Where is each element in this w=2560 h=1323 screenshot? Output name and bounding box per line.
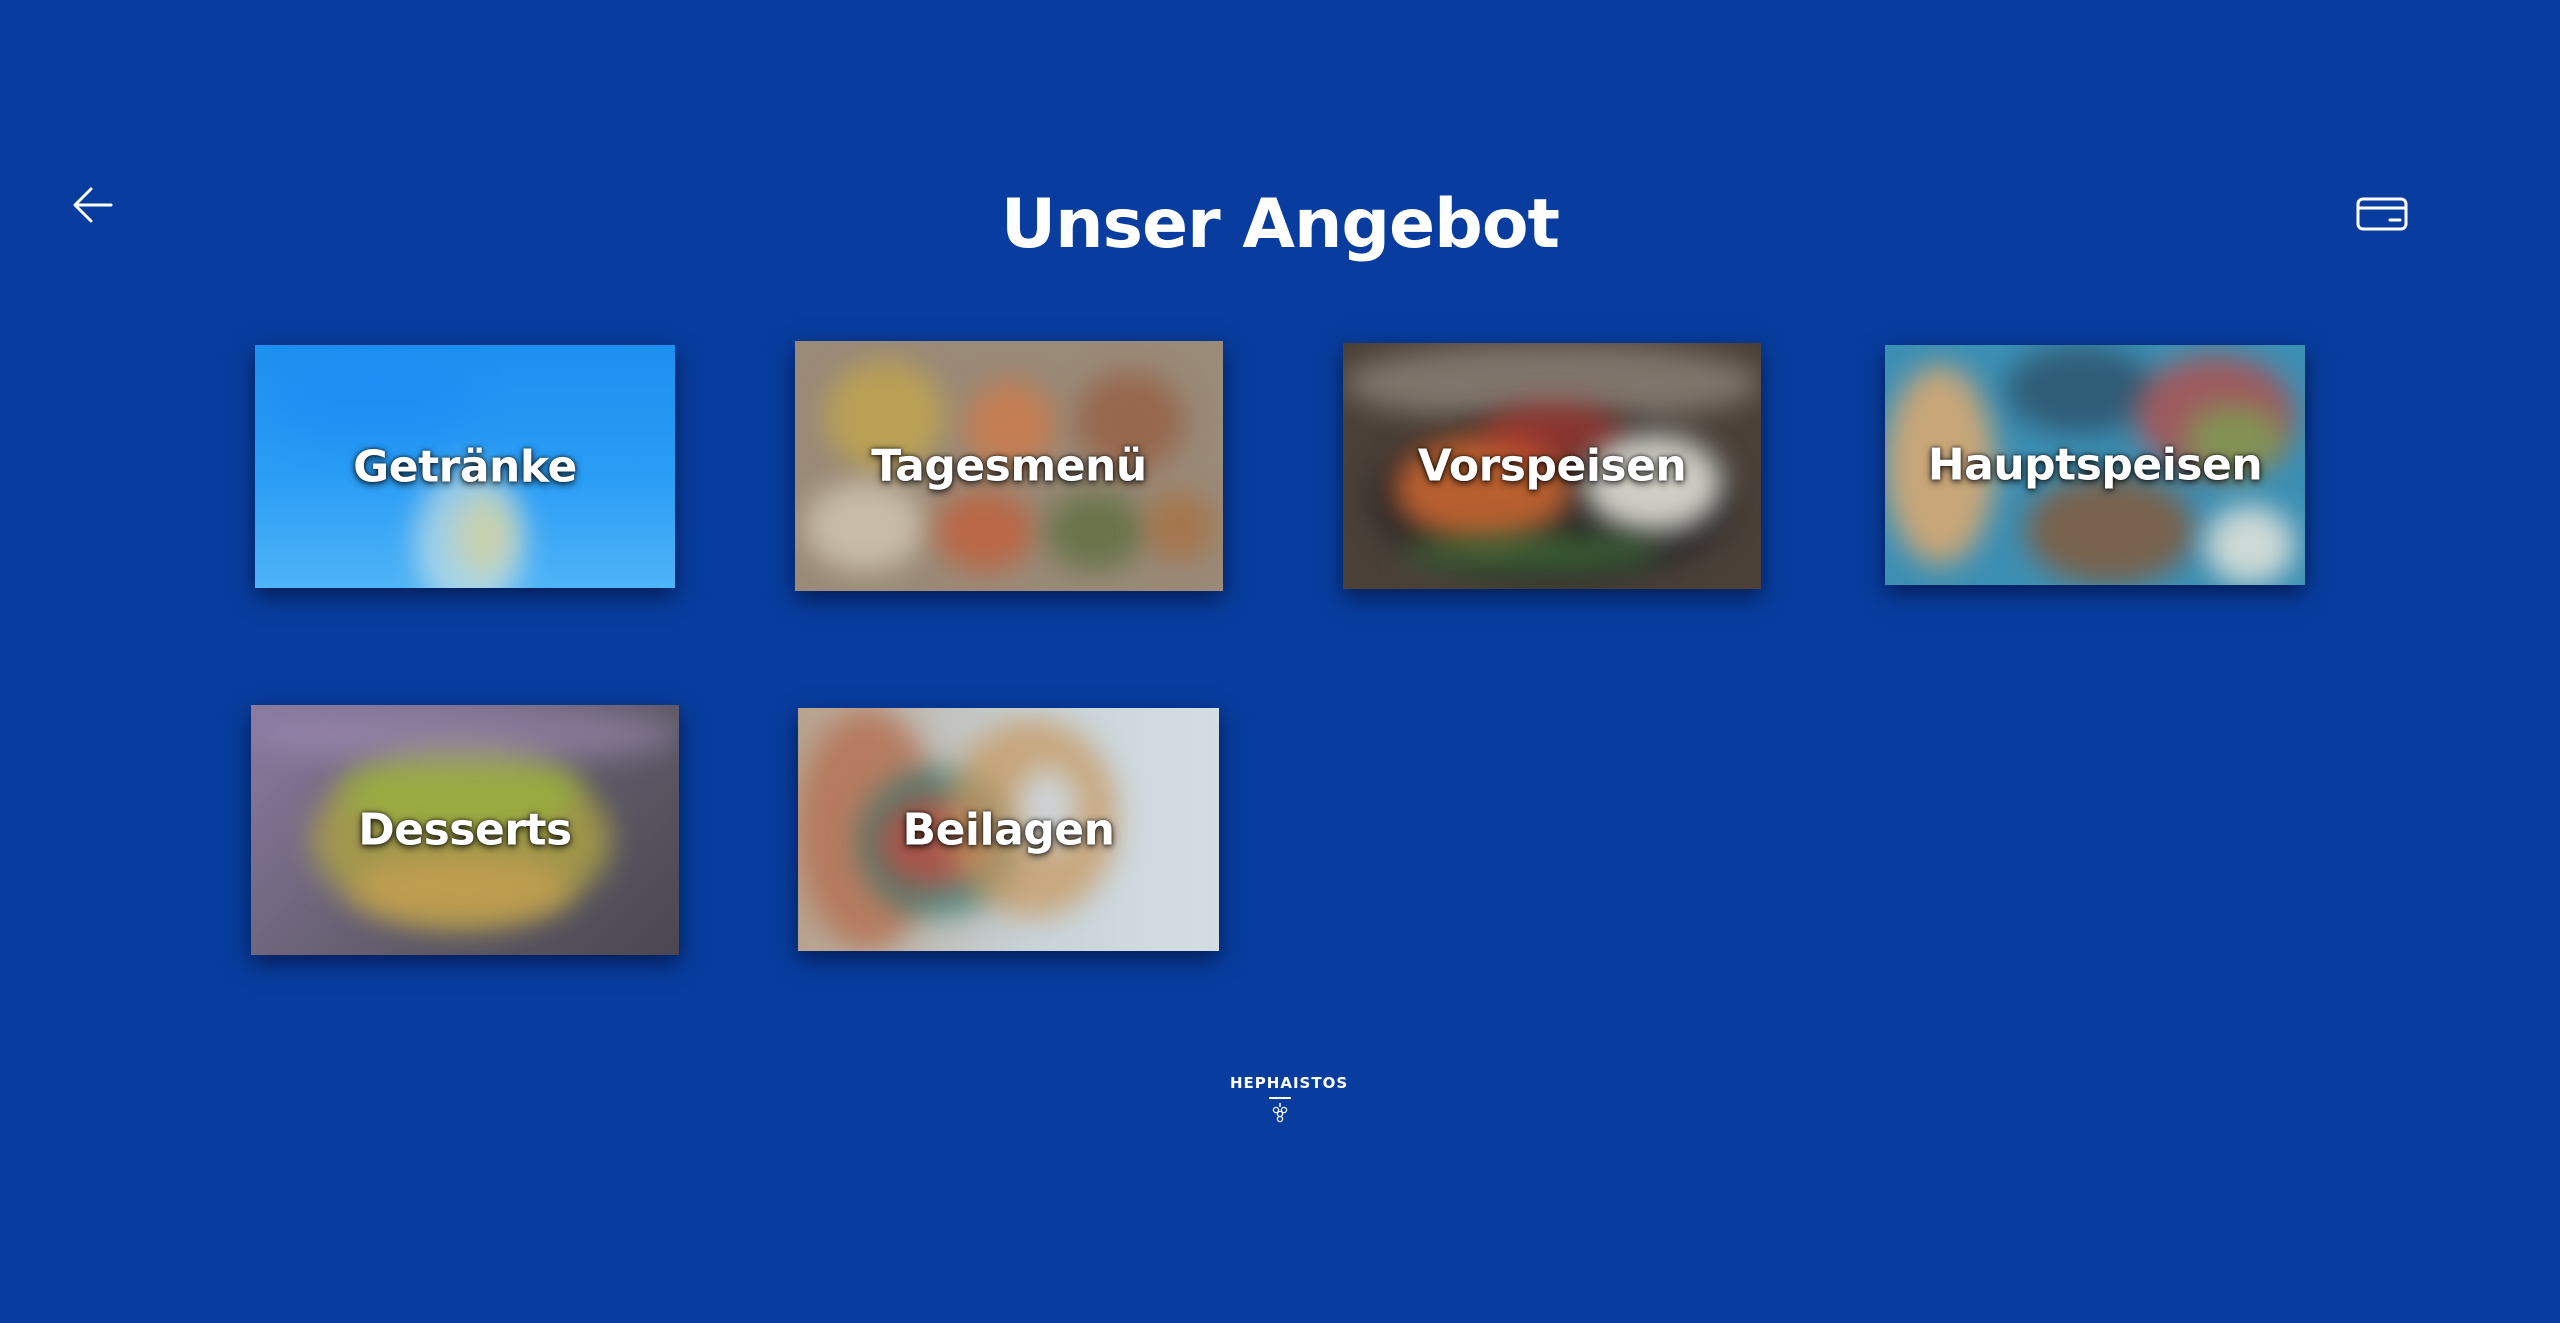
grapes-icon (1272, 1103, 1288, 1123)
payment-button[interactable] (2352, 192, 2412, 236)
menu-overview-page: Unser Angebot Getränke Tagesmenü Vorspei… (0, 0, 2560, 1323)
credit-card-icon (2356, 197, 2408, 231)
category-tile-tagesmenu[interactable]: Tagesmenü (795, 341, 1223, 591)
logo-divider (1269, 1097, 1291, 1099)
category-label: Vorspeisen (1417, 440, 1687, 492)
category-label: Desserts (358, 804, 572, 856)
category-label: Tagesmenü (871, 440, 1147, 492)
page-title: Unser Angebot (1000, 185, 1560, 264)
category-tile-hauptspeisen[interactable]: Hauptspeisen (1885, 345, 2305, 585)
brand-logo: HEPHAISTOS (1230, 1074, 1349, 1123)
category-tile-getraenke[interactable]: Getränke (255, 345, 675, 588)
category-tile-vorspeisen[interactable]: Vorspeisen (1343, 343, 1761, 589)
category-tile-beilagen[interactable]: Beilagen (798, 708, 1219, 951)
category-label: Beilagen (902, 804, 1115, 855)
category-label: Hauptspeisen (1927, 439, 2263, 491)
category-label: Getränke (353, 441, 577, 492)
category-tile-desserts[interactable]: Desserts (251, 705, 679, 955)
logo-text: HEPHAISTOS (1230, 1074, 1349, 1092)
